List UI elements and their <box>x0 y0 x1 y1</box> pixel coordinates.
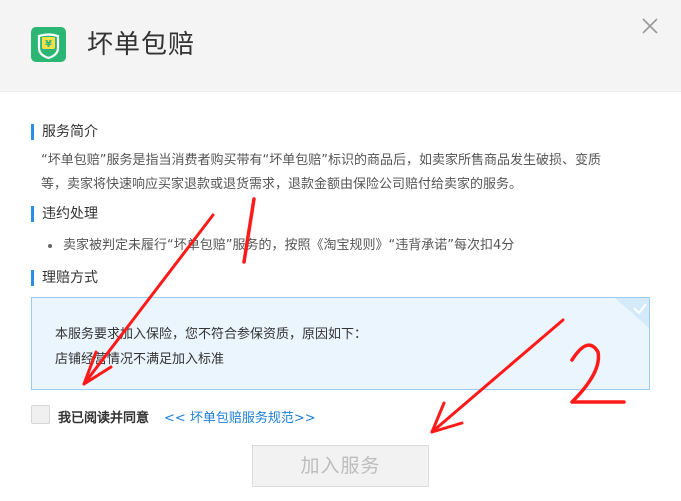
dialog-title: 坏单包赔 <box>87 30 196 60</box>
section-title-claim: 理赔方式 <box>31 270 98 286</box>
close-icon[interactable] <box>638 14 662 38</box>
intro-text-line1: “坏单包赔”服务是指当消费者购买带有“坏单包赔”标识的商品后，如卖家所售商品发生… <box>41 153 601 168</box>
notice-line2: 店铺经营情况不满足加入标准 <box>55 352 225 367</box>
section-title-violation-label: 违约处理 <box>42 206 98 222</box>
bullet-dot <box>48 244 52 248</box>
agree-checkbox[interactable] <box>31 405 50 424</box>
section-accent-bar <box>31 124 34 140</box>
section-title-claim-label: 理赔方式 <box>42 270 98 286</box>
agree-label: 我已阅读并同意 <box>58 411 150 426</box>
join-service-button[interactable]: 加入服务 <box>252 445 429 487</box>
svg-text:¥: ¥ <box>45 39 52 50</box>
service-dialog: ¥ 坏单包赔 服务简介 “坏单包赔”服务是指当消费者购买带有“坏单包赔”标识的商… <box>0 0 681 501</box>
section-title-violation: 违约处理 <box>31 206 98 222</box>
shield-yen-icon: ¥ <box>31 27 66 62</box>
section-title-intro: 服务简介 <box>31 124 98 140</box>
section-accent-bar <box>31 270 34 286</box>
dialog-header: ¥ 坏单包赔 <box>0 0 681 92</box>
violation-bullet-text: 卖家被判定未履行“坏单包赔”服务的，按照《淘宝规则》“违背承诺”每次扣4分 <box>63 238 515 253</box>
section-accent-bar <box>31 206 34 222</box>
check-corner-icon <box>615 298 649 328</box>
eligibility-notice: 本服务要求加入保险，您不符合参保资质，原因如下： 店铺经营情况不满足加入标准 <box>31 297 650 390</box>
section-title-intro-label: 服务简介 <box>42 124 98 140</box>
notice-line1: 本服务要求加入保险，您不符合参保资质，原因如下： <box>55 327 368 342</box>
intro-text-line2: 等，卖家将快速响应买家退款或退货需求，退款金额由保险公司赔付给卖家的服务。 <box>41 177 523 192</box>
service-spec-link[interactable]: << 坏单包赔服务规范>> <box>164 407 316 426</box>
